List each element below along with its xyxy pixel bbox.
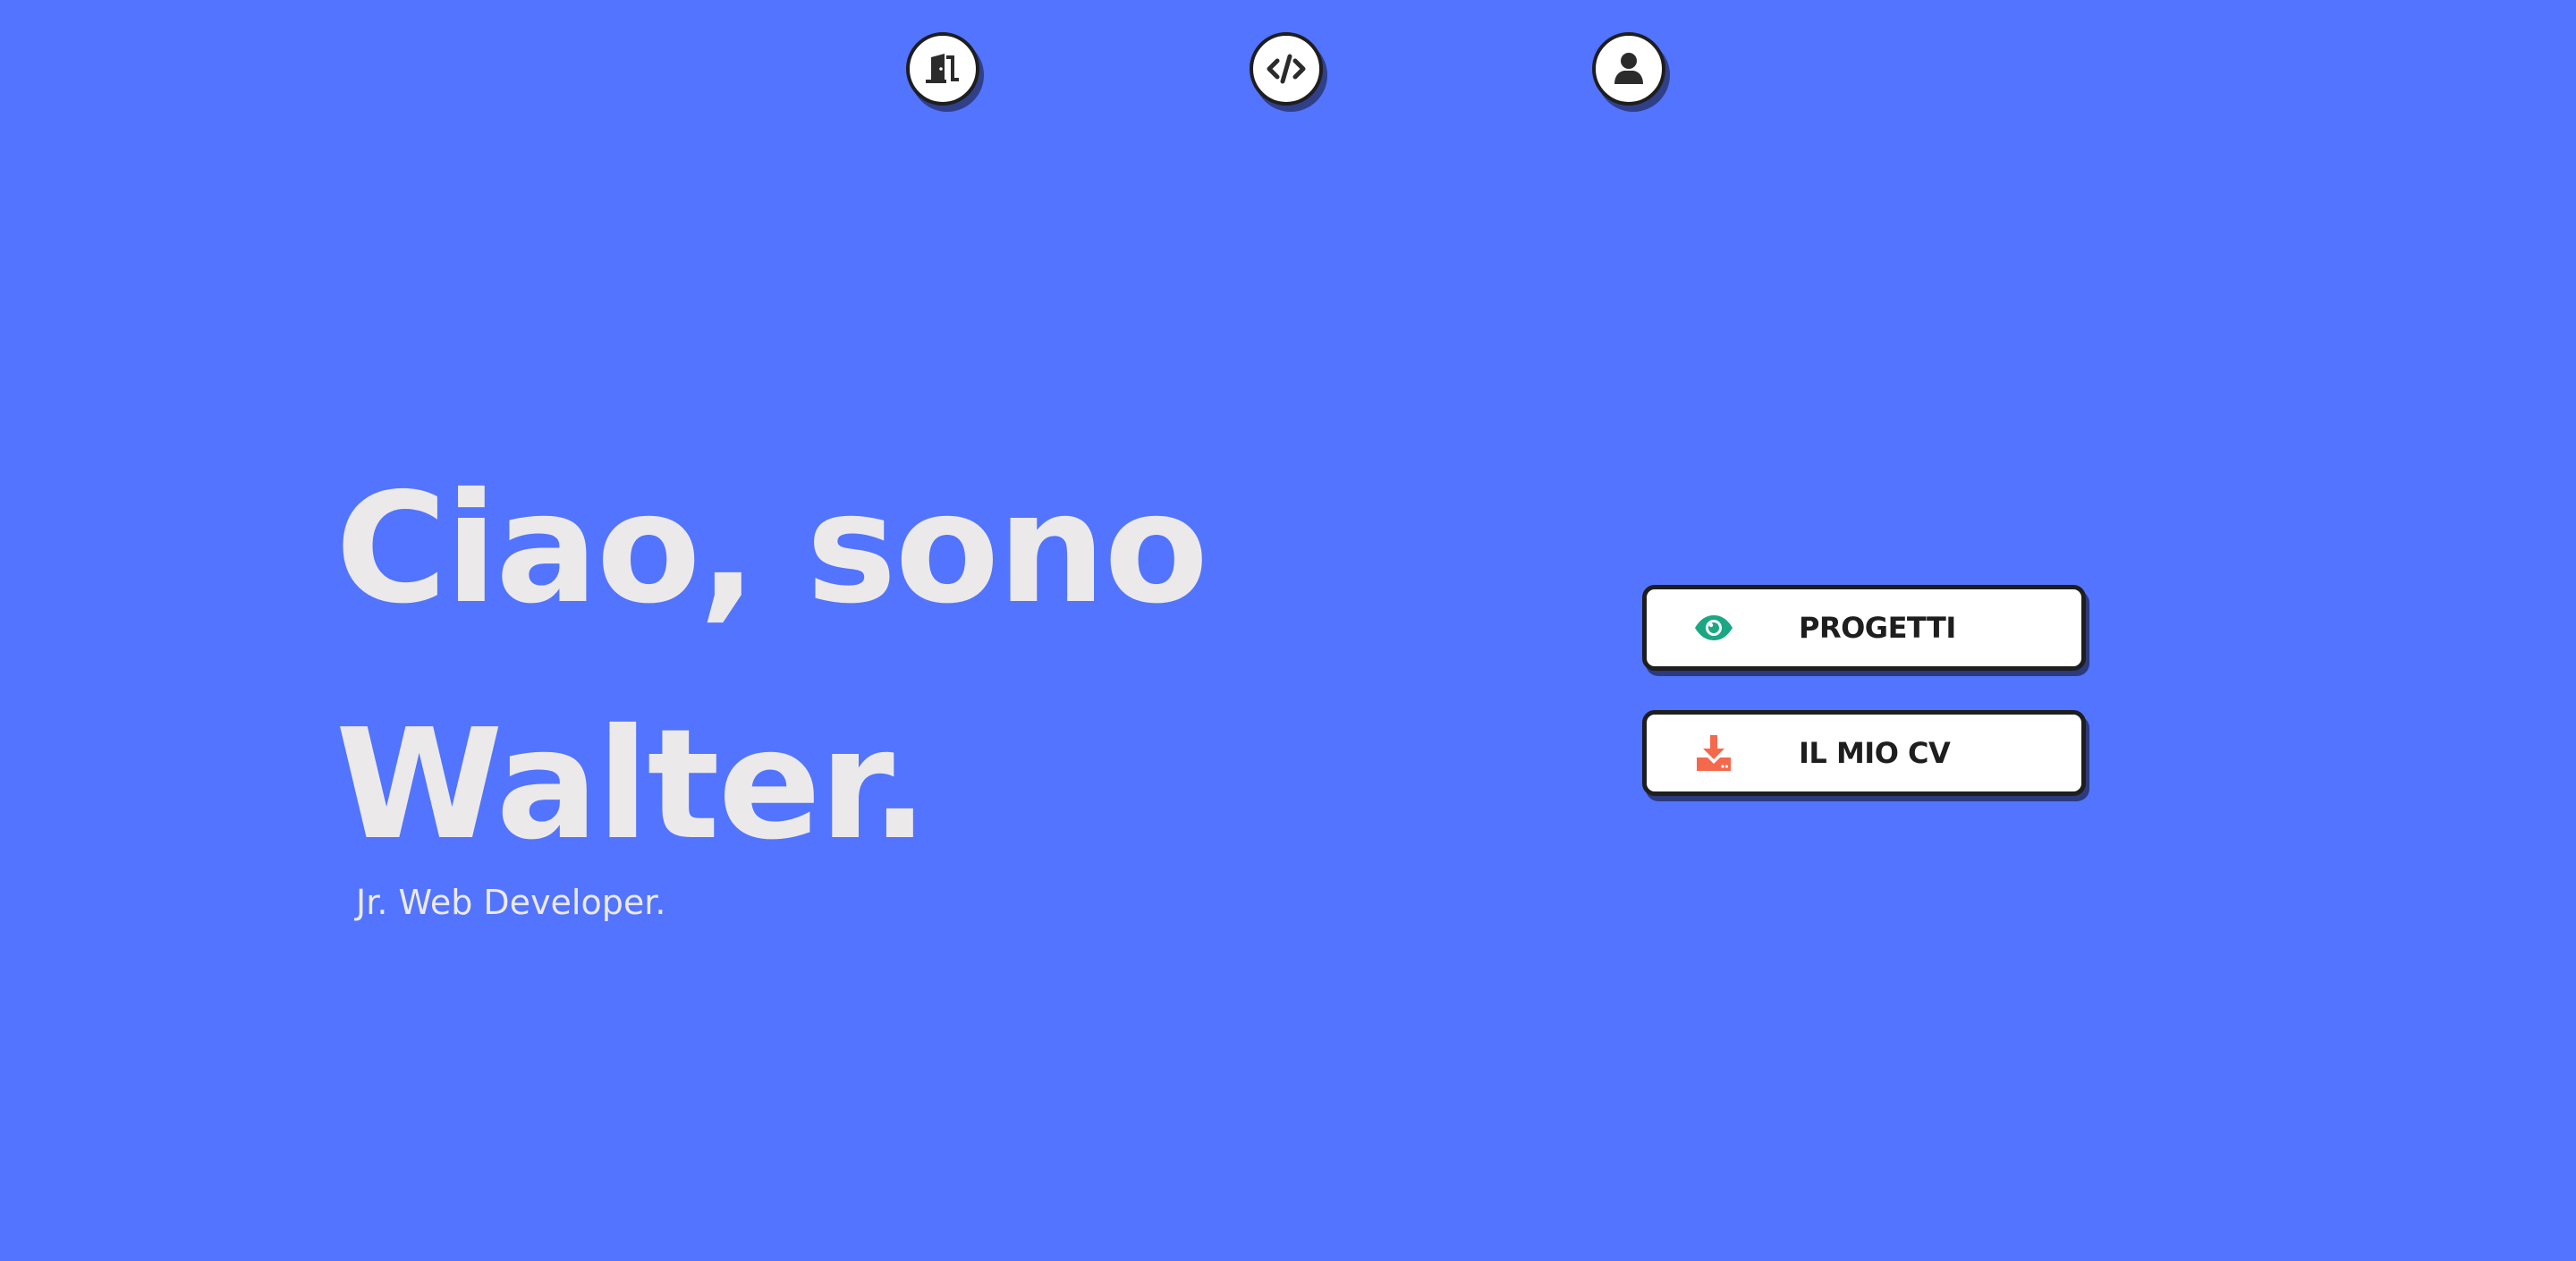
- door-open-icon: [923, 52, 962, 86]
- eye-icon: [1693, 607, 1734, 648]
- download-icon: [1693, 732, 1734, 774]
- hero-title: Ciao, sono Walter.: [335, 431, 1208, 903]
- code-icon: [1267, 54, 1306, 84]
- hero-subtitle: Jr. Web Developer.: [356, 883, 666, 922]
- page: Ciao, sono Walter. Jr. Web Developer. PR…: [0, 0, 2576, 1261]
- cv-download-button[interactable]: IL MIO CV: [1642, 710, 2086, 796]
- nav-code-button[interactable]: [1250, 32, 1323, 106]
- projects-button-label: PROGETTI: [1799, 611, 1956, 645]
- hero-title-line-1: Ciao, sono: [335, 461, 1208, 638]
- projects-button[interactable]: PROGETTI: [1642, 585, 2086, 671]
- nav-home-button[interactable]: [906, 32, 979, 106]
- cv-button-label: IL MIO CV: [1799, 736, 1951, 770]
- user-icon: [1613, 52, 1645, 86]
- nav-user-button[interactable]: [1592, 32, 1665, 106]
- hero-title-line-2: Walter.: [335, 697, 928, 874]
